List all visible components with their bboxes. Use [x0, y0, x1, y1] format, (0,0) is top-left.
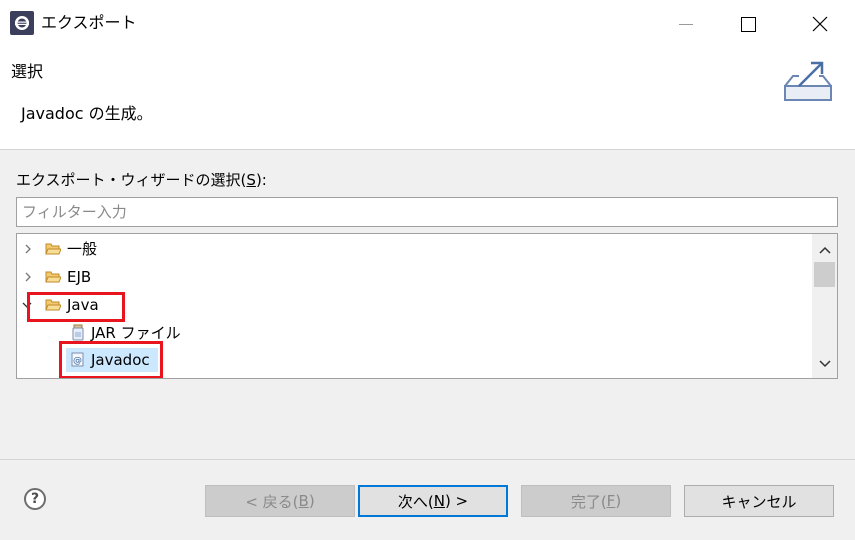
wizard-label-suffix: ): — [255, 171, 267, 189]
footer-separator — [0, 459, 855, 460]
help-icon[interactable]: ? — [24, 488, 46, 510]
next-button[interactable]: 次へ(N) > — [358, 485, 508, 517]
wizard-banner: 選択 Javadoc の生成。 — [0, 48, 855, 150]
back-label-mnemonic: B — [298, 492, 309, 510]
chevron-right-icon[interactable] — [22, 271, 34, 283]
close-icon — [812, 16, 828, 32]
next-label-prefix: 次へ( — [397, 492, 434, 511]
title-bar: エクスポート — [0, 0, 855, 48]
banner-title: 選択 — [11, 62, 44, 81]
tree-item-ejb[interactable]: EJB — [17, 264, 810, 290]
folder-open-icon — [45, 243, 61, 255]
chevron-down-icon — [818, 360, 831, 368]
tree-item-general[interactable]: 一般 — [17, 236, 810, 262]
finish-label-mnemonic: F — [606, 492, 616, 510]
filter-input[interactable] — [16, 197, 838, 227]
wizard-label-mnemonic: S — [246, 171, 256, 189]
tree-item-label: 一般 — [67, 240, 98, 258]
finish-label-prefix: 完了( — [570, 492, 607, 511]
back-label-prefix: < 戻る( — [245, 492, 299, 511]
maximize-button[interactable] — [717, 0, 779, 48]
jar-icon — [72, 324, 84, 341]
cancel-label: キャンセル — [721, 492, 797, 511]
next-label-suffix: ) > — [444, 492, 469, 510]
scroll-down-button[interactable] — [812, 354, 837, 374]
back-label-suffix: ) — [308, 492, 315, 510]
tree-scrollbar[interactable] — [812, 234, 837, 378]
help-symbol: ? — [30, 491, 40, 507]
scroll-up-button[interactable] — [812, 240, 837, 260]
export-wizard-icon — [784, 61, 832, 101]
next-label-mnemonic: N — [433, 492, 445, 510]
chevron-right-icon[interactable] — [22, 243, 34, 255]
close-button[interactable] — [789, 0, 851, 48]
annotation-box-javadoc — [59, 341, 163, 378]
cancel-button[interactable]: キャンセル — [684, 485, 834, 517]
tree-item-java[interactable]: Java — [17, 292, 810, 318]
finish-label-suffix: ) — [615, 492, 622, 510]
eclipse-app-icon — [10, 11, 34, 35]
chevron-up-icon — [818, 246, 831, 254]
minimize-button[interactable] — [655, 0, 717, 48]
back-button[interactable]: < 戻る(B) — [205, 485, 355, 517]
finish-button[interactable]: 完了(F) — [521, 485, 671, 517]
tree-item-label: EJB — [67, 268, 92, 286]
tree-item-label: JAR ファイル — [91, 324, 181, 342]
wizard-tree[interactable]: 一般 EJB Java JAR ファイル @ Javadoc — [16, 233, 838, 379]
banner-description: Javadoc の生成。 — [21, 104, 153, 123]
folder-open-icon — [45, 271, 61, 283]
wizard-label-prefix: エクスポート・ウィザードの選択( — [16, 171, 247, 189]
window-title: エクスポート — [41, 13, 137, 32]
scroll-thumb[interactable] — [814, 262, 835, 287]
wizard-selection-label: エクスポート・ウィザードの選択(S): — [16, 171, 267, 189]
annotation-box-java — [27, 292, 125, 322]
